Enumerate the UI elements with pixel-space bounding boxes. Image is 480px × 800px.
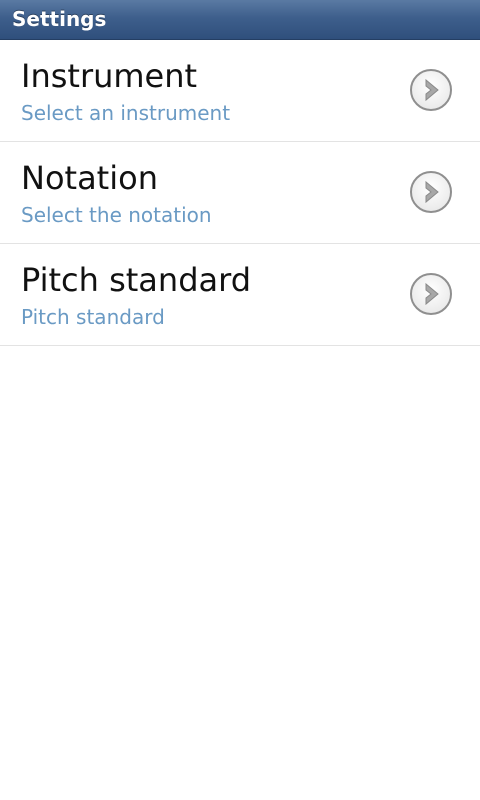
settings-screen: Settings Instrument Select an instrument: [0, 0, 480, 800]
setting-item-instrument[interactable]: Instrument Select an instrument: [0, 40, 480, 142]
chevron-right-circle-icon[interactable]: [409, 68, 453, 112]
setting-item-pitch-standard[interactable]: Pitch standard Pitch standard: [0, 244, 480, 346]
title-bar: Settings: [0, 0, 480, 40]
setting-summary: Select an instrument: [21, 101, 231, 125]
chevron-right-circle-icon[interactable]: [409, 272, 453, 316]
setting-title: Instrument: [21, 57, 198, 95]
setting-title: Pitch standard: [21, 261, 252, 299]
setting-summary: Pitch standard: [21, 305, 165, 329]
settings-list: Instrument Select an instrument Notation: [0, 40, 480, 346]
setting-item-notation[interactable]: Notation Select the notation: [0, 142, 480, 244]
setting-summary: Select the notation: [21, 203, 212, 227]
setting-title: Notation: [21, 159, 158, 197]
chevron-right-circle-icon[interactable]: [409, 170, 453, 214]
page-title: Settings: [12, 7, 107, 31]
